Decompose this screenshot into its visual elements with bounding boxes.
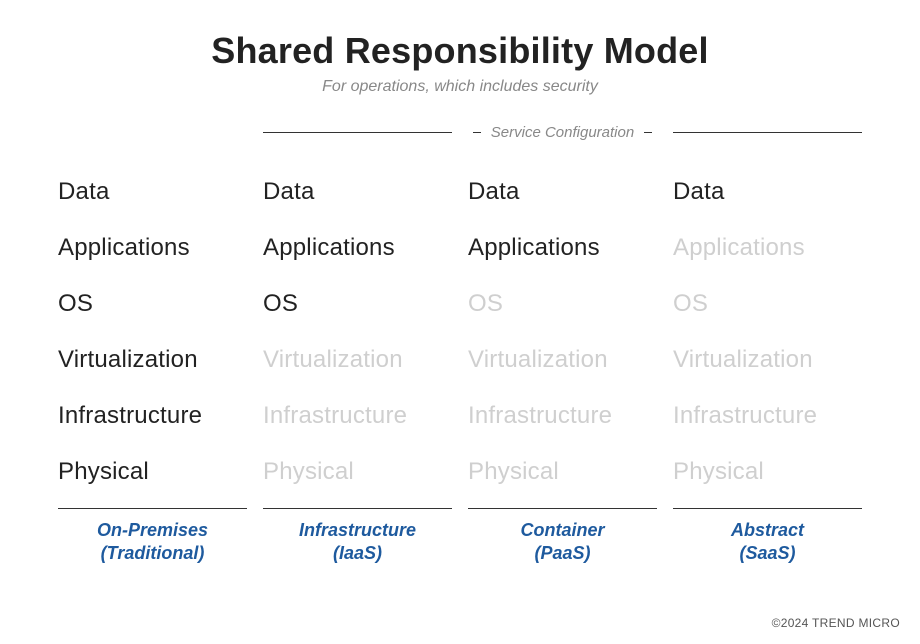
layer-cell: Physical xyxy=(58,444,247,500)
layer-cell: Data xyxy=(263,164,452,220)
layer-cell: Infrastructure xyxy=(468,388,657,444)
layer-cell: OS xyxy=(263,276,452,332)
column-label-line1: Infrastructure xyxy=(299,520,416,540)
layer-cell: Data xyxy=(673,164,862,220)
layer-cell: Physical xyxy=(468,444,657,500)
layer-cell: Physical xyxy=(673,444,862,500)
service-config-header-right xyxy=(673,118,862,146)
layer-cell: Virtualization xyxy=(468,332,657,388)
copyright-notice: ©2024 TREND MICRO xyxy=(772,616,900,630)
layer-cell: OS xyxy=(673,276,862,332)
layer-cell: Applications xyxy=(673,220,862,276)
column-header-spacer xyxy=(58,118,247,146)
layer-cell: Virtualization xyxy=(673,332,862,388)
column-label-line2: (Traditional) xyxy=(101,543,205,563)
column-label-saas: Abstract (SaaS) xyxy=(673,509,862,576)
page-subtitle: For operations, which includes security xyxy=(30,78,890,96)
column-label-line2: (IaaS) xyxy=(333,543,382,563)
layer-cell: Infrastructure xyxy=(263,388,452,444)
column-iaas: Data Applications OS Virtualization Infr… xyxy=(255,118,460,576)
layer-cell: Physical xyxy=(263,444,452,500)
layer-cell: Infrastructure xyxy=(58,388,247,444)
column-label-line2: (PaaS) xyxy=(534,543,590,563)
column-paas: Service Configuration Data Applications … xyxy=(460,118,665,576)
header-rule xyxy=(673,132,862,133)
column-label-paas: Container (PaaS) xyxy=(468,509,657,576)
column-label-line2: (SaaS) xyxy=(739,543,795,563)
layer-cell: Data xyxy=(468,164,657,220)
column-label-line1: On-Premises xyxy=(97,520,208,540)
service-config-label: Service Configuration xyxy=(481,124,644,141)
layer-cell: OS xyxy=(468,276,657,332)
header-rule xyxy=(644,132,652,133)
layer-cell: Infrastructure xyxy=(673,388,862,444)
column-onprem: Data Applications OS Virtualization Infr… xyxy=(50,118,255,576)
header-rule xyxy=(263,132,452,133)
column-label-line1: Abstract xyxy=(731,520,804,540)
layer-cell: Virtualization xyxy=(263,332,452,388)
layer-cell: OS xyxy=(58,276,247,332)
layer-cell: Applications xyxy=(468,220,657,276)
layer-cell: Applications xyxy=(263,220,452,276)
model-grid: Data Applications OS Virtualization Infr… xyxy=(30,118,890,576)
layer-cell: Virtualization xyxy=(58,332,247,388)
diagram-root: Shared Responsibility Model For operatio… xyxy=(0,0,920,576)
layer-cell: Data xyxy=(58,164,247,220)
column-label-line1: Container xyxy=(520,520,604,540)
layer-cell: Applications xyxy=(58,220,247,276)
service-config-header-left xyxy=(263,118,452,146)
column-label-onprem: On-Premises (Traditional) xyxy=(58,509,247,576)
page-title: Shared Responsibility Model xyxy=(30,30,890,72)
header-rule xyxy=(473,132,481,133)
column-saas: Data Applications OS Virtualization Infr… xyxy=(665,118,870,576)
service-config-header-mid: Service Configuration xyxy=(468,118,657,146)
column-label-iaas: Infrastructure (IaaS) xyxy=(263,509,452,576)
